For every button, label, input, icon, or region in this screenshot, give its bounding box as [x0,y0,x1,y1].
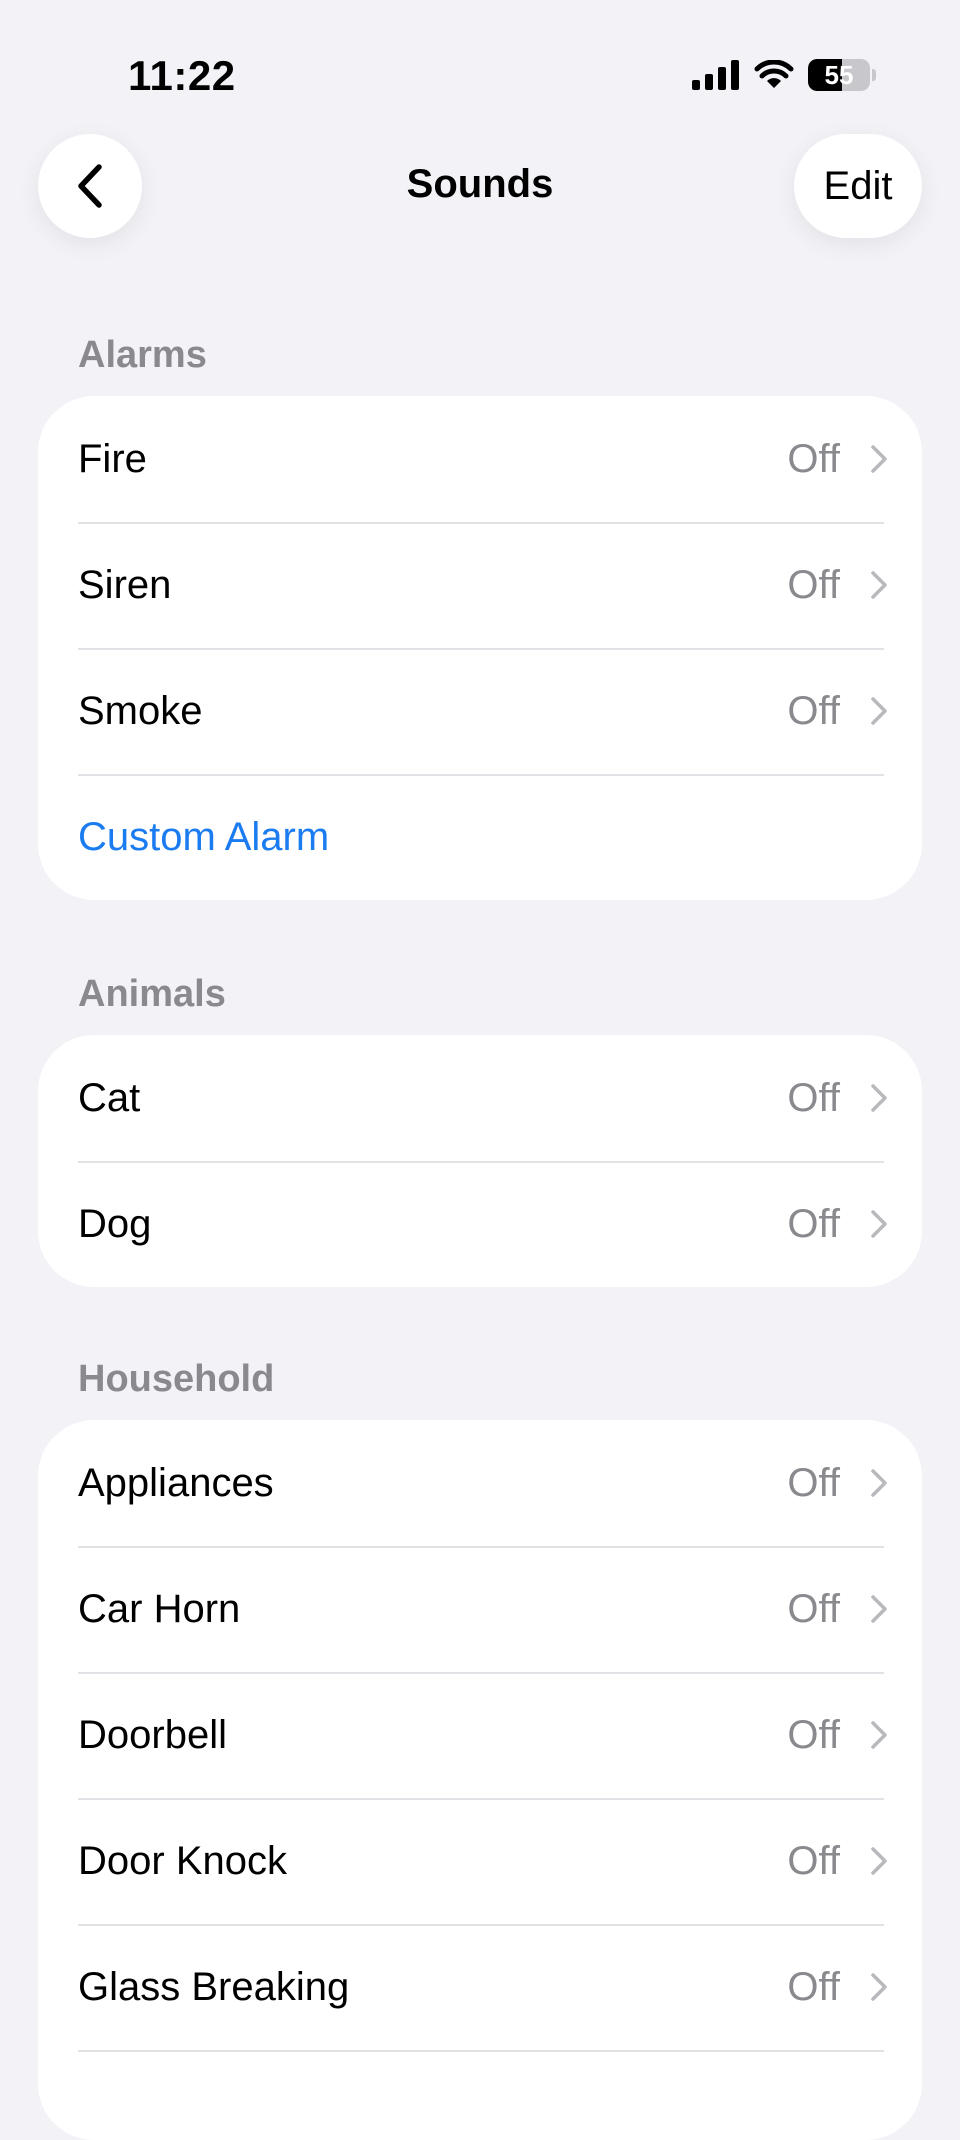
list-item-value: Off [787,1201,840,1246]
list-item-label: Doorbell [78,1712,227,1757]
list-item-label: Fire [78,436,147,481]
list-item-label: Car Horn [78,1586,241,1631]
list-item-value: Off [787,562,840,607]
custom-alarm-label: Custom Alarm [78,814,330,859]
group-animals: Cat Off Dog Off [38,1035,922,1287]
chevron-right-icon [871,1469,887,1497]
list-item-value: Off [787,1712,840,1757]
list-item-appliances[interactable]: Appliances Off [38,1420,922,1546]
list-item-value: Off [787,688,840,733]
list-item-doorbell[interactable]: Doorbell Off [38,1672,922,1798]
list-item-fire[interactable]: Fire Off [38,396,922,522]
group-household: Appliances Off Car Horn Off Doorbell Off… [38,1420,922,2140]
status-time: 11:22 [128,52,236,99]
status-bar: 11:22 55 [0,0,960,120]
chevron-right-icon [871,1210,887,1238]
chevron-right-icon [871,1084,887,1112]
list-item-cat[interactable]: Cat Off [38,1035,922,1161]
list-item-door-knock[interactable]: Door Knock Off [38,1798,922,1924]
edit-button[interactable]: Edit [794,134,922,238]
battery-icon: 55 [808,59,870,91]
chevron-right-icon [871,445,887,473]
list-item-label: Smoke [78,688,203,733]
list-item-dog[interactable]: Dog Off [38,1161,922,1287]
section-header-household: Household [78,1358,275,1400]
battery-level: 55 [824,59,854,90]
list-item-label: Dog [78,1201,152,1246]
list-item-value: Off [787,1075,840,1120]
list-item-label: Appliances [78,1460,274,1505]
chevron-right-icon [871,1973,887,2001]
list-item-car-horn[interactable]: Car Horn Off [38,1546,922,1672]
battery-cap [872,69,876,81]
section-header-animals: Animals [78,973,226,1015]
navigation-bar: Sounds Edit [0,130,960,242]
group-alarms: Fire Off Siren Off Smoke Off Custom Alar… [38,396,922,900]
list-item-glass-breaking[interactable]: Glass Breaking Off [38,1924,922,2050]
list-item-smoke[interactable]: Smoke Off [38,648,922,774]
chevron-right-icon [871,1595,887,1623]
list-item-value: Off [787,436,840,481]
section-header-alarms: Alarms [78,334,207,376]
cellular-signal-icon [692,60,739,90]
chevron-right-icon [871,1721,887,1749]
chevron-right-icon [871,1847,887,1875]
status-icons: 55 [692,58,876,92]
list-item-value: Off [787,1964,840,2009]
list-item-partial[interactable] [38,2050,922,2140]
list-item-value: Off [787,1838,840,1883]
list-item-siren[interactable]: Siren Off [38,522,922,648]
list-item-value: Off [787,1586,840,1631]
list-item-label: Door Knock [78,1838,287,1883]
chevron-right-icon [871,697,887,725]
chevron-right-icon [871,571,887,599]
list-item-label: Siren [78,562,172,607]
wifi-icon [754,60,794,88]
list-item-label: Glass Breaking [78,1964,350,2009]
custom-alarm-button[interactable]: Custom Alarm [38,774,922,900]
list-item-label: Cat [78,1075,141,1120]
list-item-value: Off [787,1460,840,1505]
